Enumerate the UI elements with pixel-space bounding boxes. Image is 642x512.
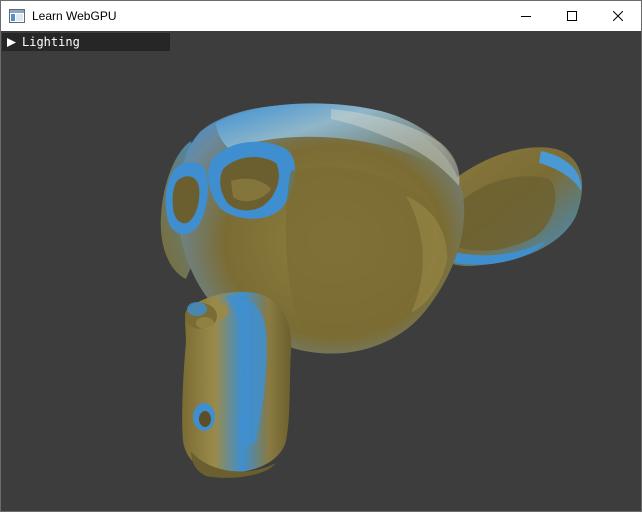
- window-controls: [503, 1, 641, 31]
- app-window: Learn WebGPU Lighting: [0, 0, 642, 512]
- render-viewport[interactable]: Lighting: [1, 31, 641, 511]
- minimize-button[interactable]: [503, 1, 549, 31]
- maximize-icon: [567, 11, 577, 21]
- triangle-right-icon: [7, 37, 16, 47]
- close-button[interactable]: [595, 1, 641, 31]
- maximize-button[interactable]: [549, 1, 595, 31]
- lighting-panel-label: Lighting: [22, 35, 80, 49]
- window-title: Learn WebGPU: [32, 9, 117, 23]
- app-window-icon: [9, 9, 25, 23]
- minimize-icon: [521, 16, 531, 17]
- suzanne-model: [160, 103, 583, 478]
- title-bar[interactable]: Learn WebGPU: [1, 1, 641, 31]
- lighting-panel-header[interactable]: Lighting: [2, 33, 170, 51]
- close-icon: [613, 11, 623, 21]
